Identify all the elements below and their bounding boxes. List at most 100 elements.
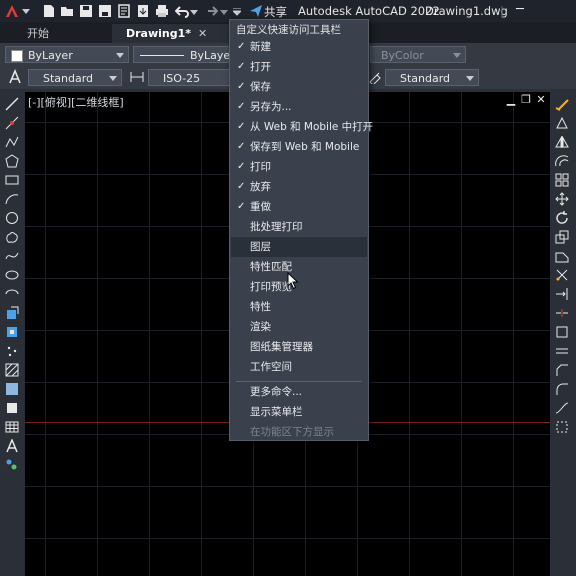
autocad-logo-icon[interactable]	[4, 3, 20, 19]
revision-cloud-icon[interactable]	[5, 230, 19, 244]
insert-block-icon[interactable]	[5, 306, 19, 320]
menu-item-new[interactable]: ✓ 新建	[231, 37, 367, 57]
tab-label: Drawing1*	[126, 27, 192, 40]
circle-icon[interactable]	[5, 211, 19, 225]
menu-item-properties[interactable]: 特性	[231, 297, 367, 317]
offset-icon[interactable]	[555, 154, 569, 168]
arc-icon[interactable]	[5, 192, 19, 206]
logo-dropdown-icon[interactable]	[22, 7, 30, 15]
break-icon[interactable]	[555, 325, 569, 339]
text-style-combo[interactable]: Standard	[28, 69, 122, 86]
array-icon[interactable]	[555, 173, 569, 187]
blend-curves-icon[interactable]	[555, 401, 569, 415]
customize-quick-access-menu: 自定义快速访问工具栏 ✓ 新建 ✓ 打开 ✓ 保存 ✓ 另存为... ✓ 从 Web 和 …	[229, 19, 373, 442]
point-icon[interactable]	[5, 344, 19, 358]
undo-dropdown-icon[interactable]	[190, 8, 198, 16]
layer-combo[interactable]: ByLayer	[5, 46, 129, 63]
text-style-icon	[9, 69, 21, 84]
multiline-text-icon[interactable]	[5, 439, 19, 453]
menu-item-batch-plot[interactable]: 批处理打印	[231, 217, 367, 237]
explode-icon[interactable]	[555, 420, 569, 434]
save-icon[interactable]	[79, 4, 93, 18]
ellipse-icon[interactable]	[5, 268, 19, 282]
join-icon[interactable]	[555, 344, 569, 358]
erase-icon[interactable]	[555, 97, 569, 111]
dim-style-combo[interactable]: ISO-25	[148, 69, 230, 86]
menu-item-undo[interactable]: ✓ 放弃	[231, 177, 367, 197]
extend-icon[interactable]	[555, 287, 569, 301]
dim-style-icon	[130, 72, 144, 82]
viewport-window-controls: ▁ ❐ ✕	[505, 94, 549, 108]
menu-item-save-web-mobile[interactable]: ✓ 保存到 Web 和 Mobile	[231, 137, 367, 157]
gradient-icon[interactable]	[5, 382, 19, 396]
chevron-down-icon	[109, 76, 117, 81]
tab-close-icon[interactable]: ✕	[198, 24, 207, 43]
chamfer-icon[interactable]	[555, 363, 569, 377]
table-style-combo[interactable]: Standard	[385, 69, 479, 86]
customize-dropdown-icon[interactable]	[233, 8, 241, 16]
menu-item-layer[interactable]: 图层	[231, 237, 367, 257]
tab-label: 开始	[27, 27, 49, 40]
share-label[interactable]: 共享	[264, 4, 287, 20]
construction-line-icon[interactable]	[5, 116, 19, 130]
fillet-icon[interactable]	[555, 382, 569, 396]
rotate-icon[interactable]	[555, 211, 569, 225]
new-icon[interactable]	[42, 4, 56, 18]
viewport-restore-button[interactable]: ❐	[520, 94, 532, 106]
viewport-minimize-button[interactable]: ▁	[505, 94, 517, 106]
menu-item-render[interactable]: 渲染	[231, 317, 367, 337]
menu-item-save-as[interactable]: ✓ 另存为...	[231, 97, 367, 117]
rectangle-icon[interactable]	[5, 173, 19, 187]
open-icon[interactable]	[60, 4, 74, 18]
stretch-icon[interactable]	[555, 249, 569, 263]
spline-icon[interactable]	[5, 249, 19, 263]
menu-item-open-web-mobile[interactable]: ✓ 从 Web 和 Mobile 中打开	[231, 117, 373, 137]
redo-icon[interactable]	[204, 4, 218, 18]
menu-item-plot[interactable]: ✓ 打印	[231, 157, 367, 177]
menu-item-plot-preview[interactable]: 打印预览	[231, 277, 367, 297]
hatch-icon[interactable]	[5, 363, 19, 377]
trim-icon[interactable]	[555, 268, 569, 282]
move-icon[interactable]	[555, 192, 569, 206]
ellipse-arc-icon[interactable]	[5, 287, 19, 301]
menu-item-more-commands[interactable]: 更多命令...	[231, 382, 367, 402]
region-icon[interactable]	[5, 401, 19, 415]
redo-dropdown-icon[interactable]	[220, 8, 228, 16]
mirror-icon[interactable]	[555, 135, 569, 149]
share-icon[interactable]	[249, 4, 263, 18]
viewport-close-button[interactable]: ✕	[535, 94, 547, 106]
menu-item-show-menu-bar[interactable]: 显示菜单栏	[231, 402, 367, 422]
text-style-value: Standard	[43, 72, 94, 85]
make-block-icon[interactable]	[5, 325, 19, 339]
checkmark-icon: ✓	[237, 201, 246, 212]
linetype-sample-icon	[140, 55, 184, 56]
minimize-window-button[interactable]: ─	[516, 2, 524, 17]
menu-item-redo[interactable]: ✓ 重做	[231, 197, 367, 217]
web-save-icon[interactable]	[136, 4, 150, 18]
undo-icon[interactable]	[175, 4, 189, 18]
plot-icon[interactable]	[155, 4, 169, 18]
table-style-value: Standard	[400, 72, 451, 85]
menu-item-save[interactable]: ✓ 保存	[231, 77, 367, 97]
viewport-controls-label[interactable]: [-][俯视][二维线框]	[28, 94, 124, 110]
tab-drawing1[interactable]: Drawing1* ✕	[112, 24, 232, 43]
menu-item-sheet-set-manager[interactable]: 图纸集管理器	[231, 337, 367, 357]
tab-start[interactable]: 开始	[27, 24, 87, 43]
add-selected-icon[interactable]	[5, 458, 19, 472]
polyline-icon[interactable]	[5, 135, 19, 149]
save-as-icon[interactable]	[98, 4, 112, 18]
color-combo[interactable]: ByColor	[370, 46, 466, 63]
web-mobile-icon[interactable]	[117, 4, 131, 18]
line-icon[interactable]	[5, 97, 19, 111]
menu-item-show-below-ribbon[interactable]: 在功能区下方显示	[231, 422, 367, 442]
copy-icon[interactable]	[555, 116, 569, 130]
menu-item-workspace[interactable]: 工作空间	[231, 357, 367, 377]
scale-icon[interactable]	[555, 230, 569, 244]
checkmark-icon: ✓	[237, 61, 246, 72]
menu-item-open[interactable]: ✓ 打开	[231, 57, 367, 77]
table-icon[interactable]	[5, 420, 19, 434]
break-at-point-icon[interactable]	[555, 306, 569, 320]
menu-item-match-properties[interactable]: 特性匹配	[231, 257, 367, 277]
color-value: ByColor	[381, 49, 424, 62]
polygon-icon[interactable]	[5, 154, 19, 168]
